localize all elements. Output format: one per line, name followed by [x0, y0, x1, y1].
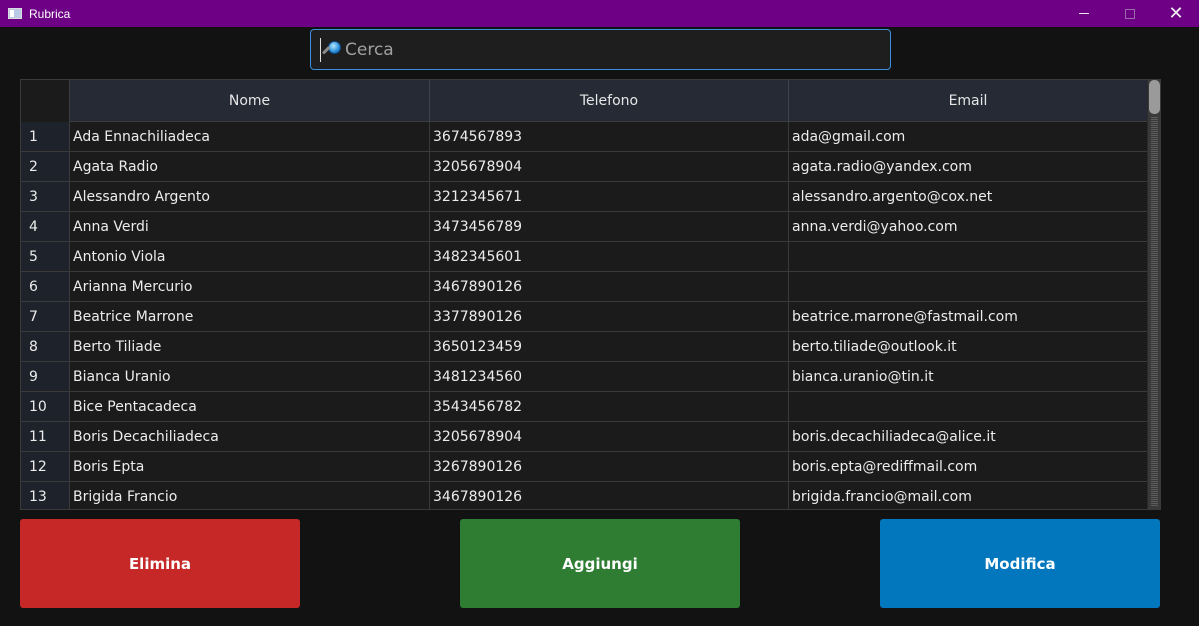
cell-nome[interactable]: Beatrice Marrone: [70, 302, 430, 331]
table-row[interactable]: 13 Brigida Francio 3467890126 brigida.franc…: [21, 482, 1148, 509]
cell-nome[interactable]: Agata Radio: [70, 152, 430, 181]
search-icon: [321, 40, 342, 60]
cell-email[interactable]: agata.radio@yandex.com: [789, 152, 1148, 181]
row-number[interactable]: 4: [21, 212, 70, 241]
column-header-telefono[interactable]: Telefono: [430, 80, 789, 122]
cell-nome[interactable]: Anna Verdi: [70, 212, 430, 241]
cell-telefono[interactable]: 3377890126: [430, 302, 789, 331]
row-number[interactable]: 7: [21, 302, 70, 331]
scrollbar-thumb[interactable]: [1149, 80, 1160, 114]
cell-telefono[interactable]: 3674567893: [430, 122, 789, 151]
table-header: Nome Telefono Email: [21, 80, 1148, 122]
scrollbar-track[interactable]: [1151, 116, 1158, 506]
cell-telefono[interactable]: 3473456789: [430, 212, 789, 241]
table-row[interactable]: 11 Boris Decachiliadeca 3205678904 boris.de…: [21, 422, 1148, 452]
cell-telefono[interactable]: 3205678904: [430, 152, 789, 181]
cell-telefono[interactable]: 3482345601: [430, 242, 789, 271]
row-number[interactable]: 5: [21, 242, 70, 271]
minimize-button[interactable]: [1061, 0, 1107, 27]
row-number[interactable]: 12: [21, 452, 70, 481]
table-row[interactable]: 2 Agata Radio 3205678904 agata.radio@yandex…: [21, 152, 1148, 182]
table-row[interactable]: 10 Bice Pentacadeca 3543456782: [21, 392, 1148, 422]
cell-telefono[interactable]: 3467890126: [430, 272, 789, 301]
table-row[interactable]: 4 Anna Verdi 3473456789 anna.verdi@yahoo.co…: [21, 212, 1148, 242]
cell-nome[interactable]: Ada Ennachiliadeca: [70, 122, 430, 151]
table-row[interactable]: 5 Antonio Viola 3482345601: [21, 242, 1148, 272]
cell-email[interactable]: ada@gmail.com: [789, 122, 1148, 151]
cell-nome[interactable]: Bice Pentacadeca: [70, 392, 430, 421]
column-header-email[interactable]: Email: [789, 80, 1148, 122]
table-row[interactable]: 8 Berto Tiliade 3650123459 berto.tiliade@ou…: [21, 332, 1148, 362]
table-body: 1 Ada Ennachiliadeca 3674567893 ada@gmail.c…: [21, 122, 1148, 509]
window-controls: ✕: [1061, 0, 1199, 27]
cell-email[interactable]: bianca.uranio@tin.it: [789, 362, 1148, 391]
cell-nome[interactable]: Bianca Uranio: [70, 362, 430, 391]
cell-nome[interactable]: Brigida Francio: [70, 482, 430, 509]
edit-button[interactable]: Modifica: [880, 519, 1160, 608]
row-number[interactable]: 3: [21, 182, 70, 211]
cell-email[interactable]: alessandro.argento@cox.net: [789, 182, 1148, 211]
row-number[interactable]: 13: [21, 482, 70, 509]
cell-telefono[interactable]: 3650123459: [430, 332, 789, 361]
row-number[interactable]: 10: [21, 392, 70, 421]
cell-telefono[interactable]: 3467890126: [430, 482, 789, 509]
cell-email[interactable]: [789, 242, 1148, 271]
cell-nome[interactable]: Boris Epta: [70, 452, 430, 481]
minimize-icon: [1079, 13, 1089, 14]
cell-telefono[interactable]: 3205678904: [430, 422, 789, 451]
row-number[interactable]: 2: [21, 152, 70, 181]
search-input[interactable]: [345, 39, 865, 60]
table-row[interactable]: 9 Bianca Uranio 3481234560 bianca.uranio@ti…: [21, 362, 1148, 392]
cell-nome[interactable]: Boris Decachiliadeca: [70, 422, 430, 451]
table-row[interactable]: 6 Arianna Mercurio 3467890126: [21, 272, 1148, 302]
cell-email[interactable]: [789, 392, 1148, 421]
cell-telefono[interactable]: 3212345671: [430, 182, 789, 211]
cell-email[interactable]: brigida.francio@mail.com: [789, 482, 1148, 509]
table-row[interactable]: 1 Ada Ennachiliadeca 3674567893 ada@gmail.c…: [21, 122, 1148, 152]
cell-email[interactable]: beatrice.marrone@fastmail.com: [789, 302, 1148, 331]
row-number[interactable]: 11: [21, 422, 70, 451]
add-button[interactable]: Aggiungi: [460, 519, 740, 608]
cell-email[interactable]: boris.epta@rediffmail.com: [789, 452, 1148, 481]
search-box[interactable]: [310, 29, 891, 70]
vertical-scrollbar[interactable]: [1147, 80, 1160, 509]
contacts-table: Nome Telefono Email 1 Ada Ennachiliadeca 3…: [20, 79, 1161, 510]
table-row[interactable]: 12 Boris Epta 3267890126 boris.epta@rediffm…: [21, 452, 1148, 482]
cell-nome[interactable]: Antonio Viola: [70, 242, 430, 271]
row-number[interactable]: 1: [21, 122, 70, 151]
cell-email[interactable]: anna.verdi@yahoo.com: [789, 212, 1148, 241]
cell-telefono[interactable]: 3267890126: [430, 452, 789, 481]
column-header-nome[interactable]: Nome: [70, 80, 430, 122]
cell-nome[interactable]: Alessandro Argento: [70, 182, 430, 211]
title-bar: Rubrica ✕: [0, 0, 1199, 27]
cell-email[interactable]: [789, 272, 1148, 301]
cell-telefono[interactable]: 3481234560: [430, 362, 789, 391]
cell-telefono[interactable]: 3543456782: [430, 392, 789, 421]
table-row[interactable]: 7 Beatrice Marrone 3377890126 beatrice.marr…: [21, 302, 1148, 332]
cell-nome[interactable]: Arianna Mercurio: [70, 272, 430, 301]
row-number[interactable]: 9: [21, 362, 70, 391]
delete-button[interactable]: Elimina: [20, 519, 300, 608]
row-number[interactable]: 8: [21, 332, 70, 361]
row-number[interactable]: 6: [21, 272, 70, 301]
maximize-icon: [1125, 8, 1135, 19]
window-title: Rubrica: [29, 6, 71, 21]
cell-email[interactable]: berto.tiliade@outlook.it: [789, 332, 1148, 361]
maximize-button[interactable]: [1107, 0, 1153, 27]
cell-nome[interactable]: Berto Tiliade: [70, 332, 430, 361]
text-caret: [320, 37, 321, 62]
close-button[interactable]: ✕: [1153, 0, 1199, 27]
close-icon: ✕: [1168, 2, 1184, 24]
cell-email[interactable]: boris.decachiliadeca@alice.it: [789, 422, 1148, 451]
app-window-icon: [8, 8, 22, 19]
table-row[interactable]: 3 Alessandro Argento 3212345671 alessandro.…: [21, 182, 1148, 212]
table-corner[interactable]: [21, 80, 70, 122]
